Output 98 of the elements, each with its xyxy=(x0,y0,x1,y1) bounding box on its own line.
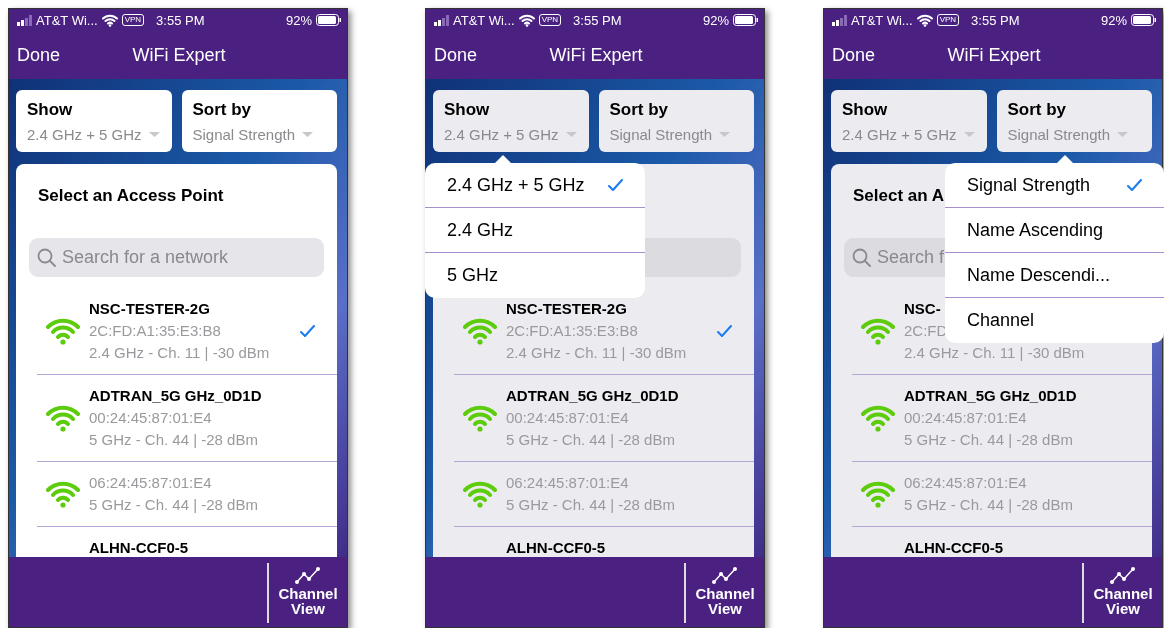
vpn-badge: VPN xyxy=(538,14,562,26)
battery-icon xyxy=(1131,14,1156,26)
signal-icon xyxy=(832,14,847,26)
battery-icon xyxy=(316,14,341,26)
clock: 3:55 PM xyxy=(156,12,205,28)
sort-dropdown[interactable]: Sort by Signal Strength xyxy=(181,90,337,152)
screen-title: WiFi Expert xyxy=(946,44,1041,66)
wifi-signal-icon xyxy=(861,480,895,508)
battery-percent: 92% xyxy=(285,12,312,28)
mac-address: 06:24:45:87:01:E4 xyxy=(904,474,1027,492)
wifi-signal-icon xyxy=(463,404,497,432)
wifi-signal-icon xyxy=(46,480,80,508)
network-details: 2.4 GHz - Ch. 11 | -30 dBm xyxy=(89,344,270,362)
signal-icon xyxy=(17,14,32,26)
network-list-item[interactable]: ADTRAN_5G GHz_0D1D 00:24:45:87:01:E4 5 GHz - Ch. 44 | -28 dBm xyxy=(37,375,337,462)
show-dropdown[interactable]: Show 2.4 GHz + 5 GHz xyxy=(16,90,172,152)
network-list-item[interactable]: ADTRAN_5G GHz_0D1D 00:24:45:87:01:E4 5 GHz - Ch. 44 | -28 dBm xyxy=(454,375,754,462)
clock: 3:55 PM xyxy=(971,12,1020,28)
search-icon xyxy=(37,248,56,267)
network-details: 5 GHz - Ch. 44 | -28 dBm xyxy=(506,496,675,514)
network-list-item[interactable]: ALHN-CCF0-5 xyxy=(37,527,337,557)
caret-icon xyxy=(1117,132,1129,137)
network-name: ALHN-CCF0-5 xyxy=(904,539,1004,557)
sort-dropdown[interactable]: Sort by Signal Strength xyxy=(996,90,1152,152)
channel-view-button[interactable]: Channel View xyxy=(267,563,347,623)
battery-icon xyxy=(733,14,758,26)
wifi-signal-icon xyxy=(463,317,497,345)
list-title: Select an A xyxy=(853,186,945,205)
battery-percent: 92% xyxy=(702,12,729,28)
caret-icon xyxy=(963,132,975,137)
done-button[interactable]: Done xyxy=(434,44,478,66)
sort-dropdown[interactable]: Sort by Signal Strength xyxy=(598,90,754,152)
menu-option[interactable]: 2.4 GHz xyxy=(425,208,645,253)
done-button[interactable]: Done xyxy=(17,44,61,66)
caret-icon xyxy=(719,132,731,137)
list-title: Select an Access Point xyxy=(38,186,224,205)
wifi-signal-icon xyxy=(46,404,80,432)
network-details: 5 GHz - Ch. 44 | -28 dBm xyxy=(89,431,258,449)
mac-address: 00:24:45:87:01:E4 xyxy=(506,409,629,427)
network-name: NSC-TESTER-2G xyxy=(89,300,210,318)
network-details: 5 GHz - Ch. 44 | -28 dBm xyxy=(89,496,258,514)
network-list-item[interactable]: ADTRAN_5G GHz_0D1D 00:24:45:87:01:E4 5 GHz - Ch. 44 | -28 dBm xyxy=(852,375,1152,462)
menu-option[interactable]: Name Ascending xyxy=(945,208,1164,253)
screen-title: WiFi Expert xyxy=(131,44,226,66)
signal-icon xyxy=(434,14,449,26)
channel-view-button[interactable]: Channel View xyxy=(1082,563,1162,623)
menu-option[interactable]: Name Descendi... xyxy=(945,253,1164,298)
mac-address: 2C:FD:A1:35:E3:B8 xyxy=(506,322,638,340)
done-button[interactable]: Done xyxy=(832,44,876,66)
line-chart-icon xyxy=(1110,567,1136,584)
menu-option[interactable]: Channel xyxy=(945,298,1164,343)
channel-view-button[interactable]: Channel View xyxy=(684,563,764,623)
vpn-badge: VPN xyxy=(121,14,145,26)
wifi-signal-icon xyxy=(46,317,80,345)
menu-option[interactable]: 5 GHz xyxy=(425,253,645,298)
network-name: ADTRAN_5G GHz_0D1D xyxy=(506,387,679,405)
caret-icon xyxy=(302,132,314,137)
line-chart-icon xyxy=(712,567,738,584)
wifi-signal-icon xyxy=(861,404,895,432)
network-name: ADTRAN_5G GHz_0D1D xyxy=(89,387,262,405)
wifi-signal-icon xyxy=(463,480,497,508)
search-icon xyxy=(852,248,871,267)
network-list-item[interactable]: ALHN-CCF0-5 xyxy=(852,527,1152,557)
wifi-icon xyxy=(518,13,535,27)
screen-title: WiFi Expert xyxy=(548,44,643,66)
line-chart-icon xyxy=(295,567,321,584)
carrier-name: AT&T Wi... xyxy=(453,12,515,28)
battery-percent: 92% xyxy=(1100,12,1127,28)
clock: 3:55 PM xyxy=(573,12,622,28)
menu-option[interactable]: 2.4 GHz + 5 GHz xyxy=(425,163,645,208)
mac-address: 2C:FD:A1:35:E3:B8 xyxy=(89,322,221,340)
mac-address: 00:24:45:87:01:E4 xyxy=(89,409,212,427)
network-details: 5 GHz - Ch. 44 | -28 dBm xyxy=(904,431,1073,449)
network-details: 2.4 GHz - Ch. 11 | -30 dBm xyxy=(904,344,1085,362)
mac-address: 00:24:45:87:01:E4 xyxy=(904,409,1027,427)
show-dropdown[interactable]: Show 2.4 GHz + 5 GHz xyxy=(831,90,987,152)
network-details: 2.4 GHz - Ch. 11 | -30 dBm xyxy=(506,344,687,362)
carrier-name: AT&T Wi... xyxy=(851,12,913,28)
caret-icon xyxy=(565,132,577,137)
show-dropdown[interactable]: Show 2.4 GHz + 5 GHz xyxy=(433,90,589,152)
mac-address: 06:24:45:87:01:E4 xyxy=(89,474,212,492)
search-field[interactable]: Search for a network xyxy=(29,238,324,277)
wifi-icon xyxy=(916,13,933,27)
caret-icon xyxy=(148,132,160,137)
wifi-signal-icon xyxy=(861,317,895,345)
mac-address: 06:24:45:87:01:E4 xyxy=(506,474,629,492)
carrier-name: AT&T Wi... xyxy=(36,12,98,28)
network-name: NSC-TESTER-2G xyxy=(506,300,627,318)
network-name: ALHN-CCF0-5 xyxy=(506,539,606,557)
network-name: ADTRAN_5G GHz_0D1D xyxy=(904,387,1077,405)
network-name: ALHN-CCF0-5 xyxy=(89,539,189,557)
network-details: 5 GHz - Ch. 44 | -28 dBm xyxy=(506,431,675,449)
wifi-icon xyxy=(101,13,118,27)
network-details: 5 GHz - Ch. 44 | -28 dBm xyxy=(904,496,1073,514)
vpn-badge: VPN xyxy=(936,14,960,26)
network-name: NSC- xyxy=(904,300,941,318)
network-list-item[interactable]: ALHN-CCF0-5 xyxy=(454,527,754,557)
menu-option[interactable]: Signal Strength xyxy=(945,163,1164,208)
